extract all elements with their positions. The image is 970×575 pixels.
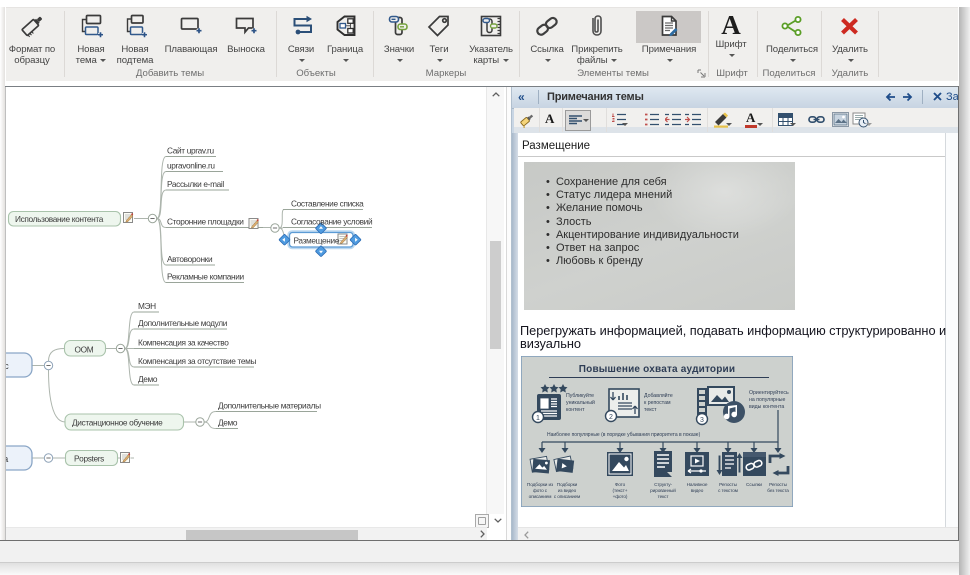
svg-text:Подборки: Подборки [557,482,578,487]
svg-text:Сайт uprav.ru: Сайт uprav.ru [167,146,214,156]
svg-text:ООМ: ООМ [75,345,94,355]
svg-text:Добавляйте: Добавляйте [644,392,673,399]
svg-text:виды контента: виды контента [749,404,784,410]
svg-text:Размещение: Размещение [294,236,340,246]
svg-text:Демо: Демо [218,418,238,428]
svg-text:к репостам: к репостам [644,400,671,406]
svg-text:(текст+: (текст+ [613,488,628,493]
svg-text:Рекламные компании: Рекламные компании [167,272,245,282]
svg-text:Фото: Фото [615,482,626,487]
svg-text:Структу-: Структу- [654,482,672,487]
svg-text:Popsters: Popsters [74,454,104,464]
svg-text:текст: текст [658,494,670,499]
svg-text:видео: видео [691,488,704,493]
svg-text:+фото): +фото) [613,494,628,499]
svg-text:из видео: из видео [558,488,577,493]
svg-text:Дистанционное обучение: Дистанционное обучение [72,418,163,428]
svg-text:описанием: описанием [529,494,552,499]
svg-text:Компенсация за качество: Компенсация за качество [138,338,229,348]
svg-text:Ссылки: Ссылки [746,482,762,487]
svg-text:Наиболее популярные (в порядке: Наиболее популярные (в порядке убывания … [547,432,701,438]
svg-text:Автоворонки: Автоворонки [167,254,213,264]
svg-text:2: 2 [609,414,613,421]
svg-text:Демо: Демо [138,374,158,384]
svg-text:3: 3 [700,417,704,424]
svg-text:Дополнительные материалы: Дополнительные материалы [218,401,321,411]
svg-text:без текста: без текста [767,488,789,493]
svg-text:Публикуйте: Публикуйте [566,392,594,399]
svg-text:текст: текст [644,407,657,413]
svg-text:Составление списка: Составление списка [291,199,364,209]
svg-text:контент: контент [566,407,585,413]
svg-text:Компенсация за отсутствие темы: Компенсация за отсутствие темы [138,356,256,366]
svg-text:фото с: фото с [533,488,548,493]
svg-text:Репосты: Репосты [719,482,738,487]
svg-text:upravonline.ru: upravonline.ru [167,161,215,171]
svg-text:Наливное: Наливное [687,482,708,487]
svg-text:1: 1 [536,415,540,422]
svg-text:Рассылки e-mail: Рассылки e-mail [167,179,224,189]
svg-text:Повышение охвата аудитории: Повышение охвата аудитории [579,364,736,375]
svg-text:с описанием: с описанием [554,494,580,499]
svg-text:Дополнительные модули: Дополнительные модули [138,318,228,328]
svg-text:Согласование условий: Согласование условий [291,217,373,227]
svg-text:Репосты: Репосты [769,482,788,487]
svg-text:Ориентируйтесь: Ориентируйтесь [749,389,789,396]
svg-text:на популярные: на популярные [749,397,785,403]
svg-text:уникальный: уникальный [566,399,595,406]
svg-text:с текстом: с текстом [718,488,738,493]
svg-text:Подборки из: Подборки из [527,482,553,487]
svg-text:МЭН: МЭН [138,301,156,311]
svg-text:рированный: рированный [650,487,676,493]
svg-text:Использование контента: Использование контента [15,214,104,224]
svg-text:Сторонние площадки: Сторонние площадки [167,217,244,227]
